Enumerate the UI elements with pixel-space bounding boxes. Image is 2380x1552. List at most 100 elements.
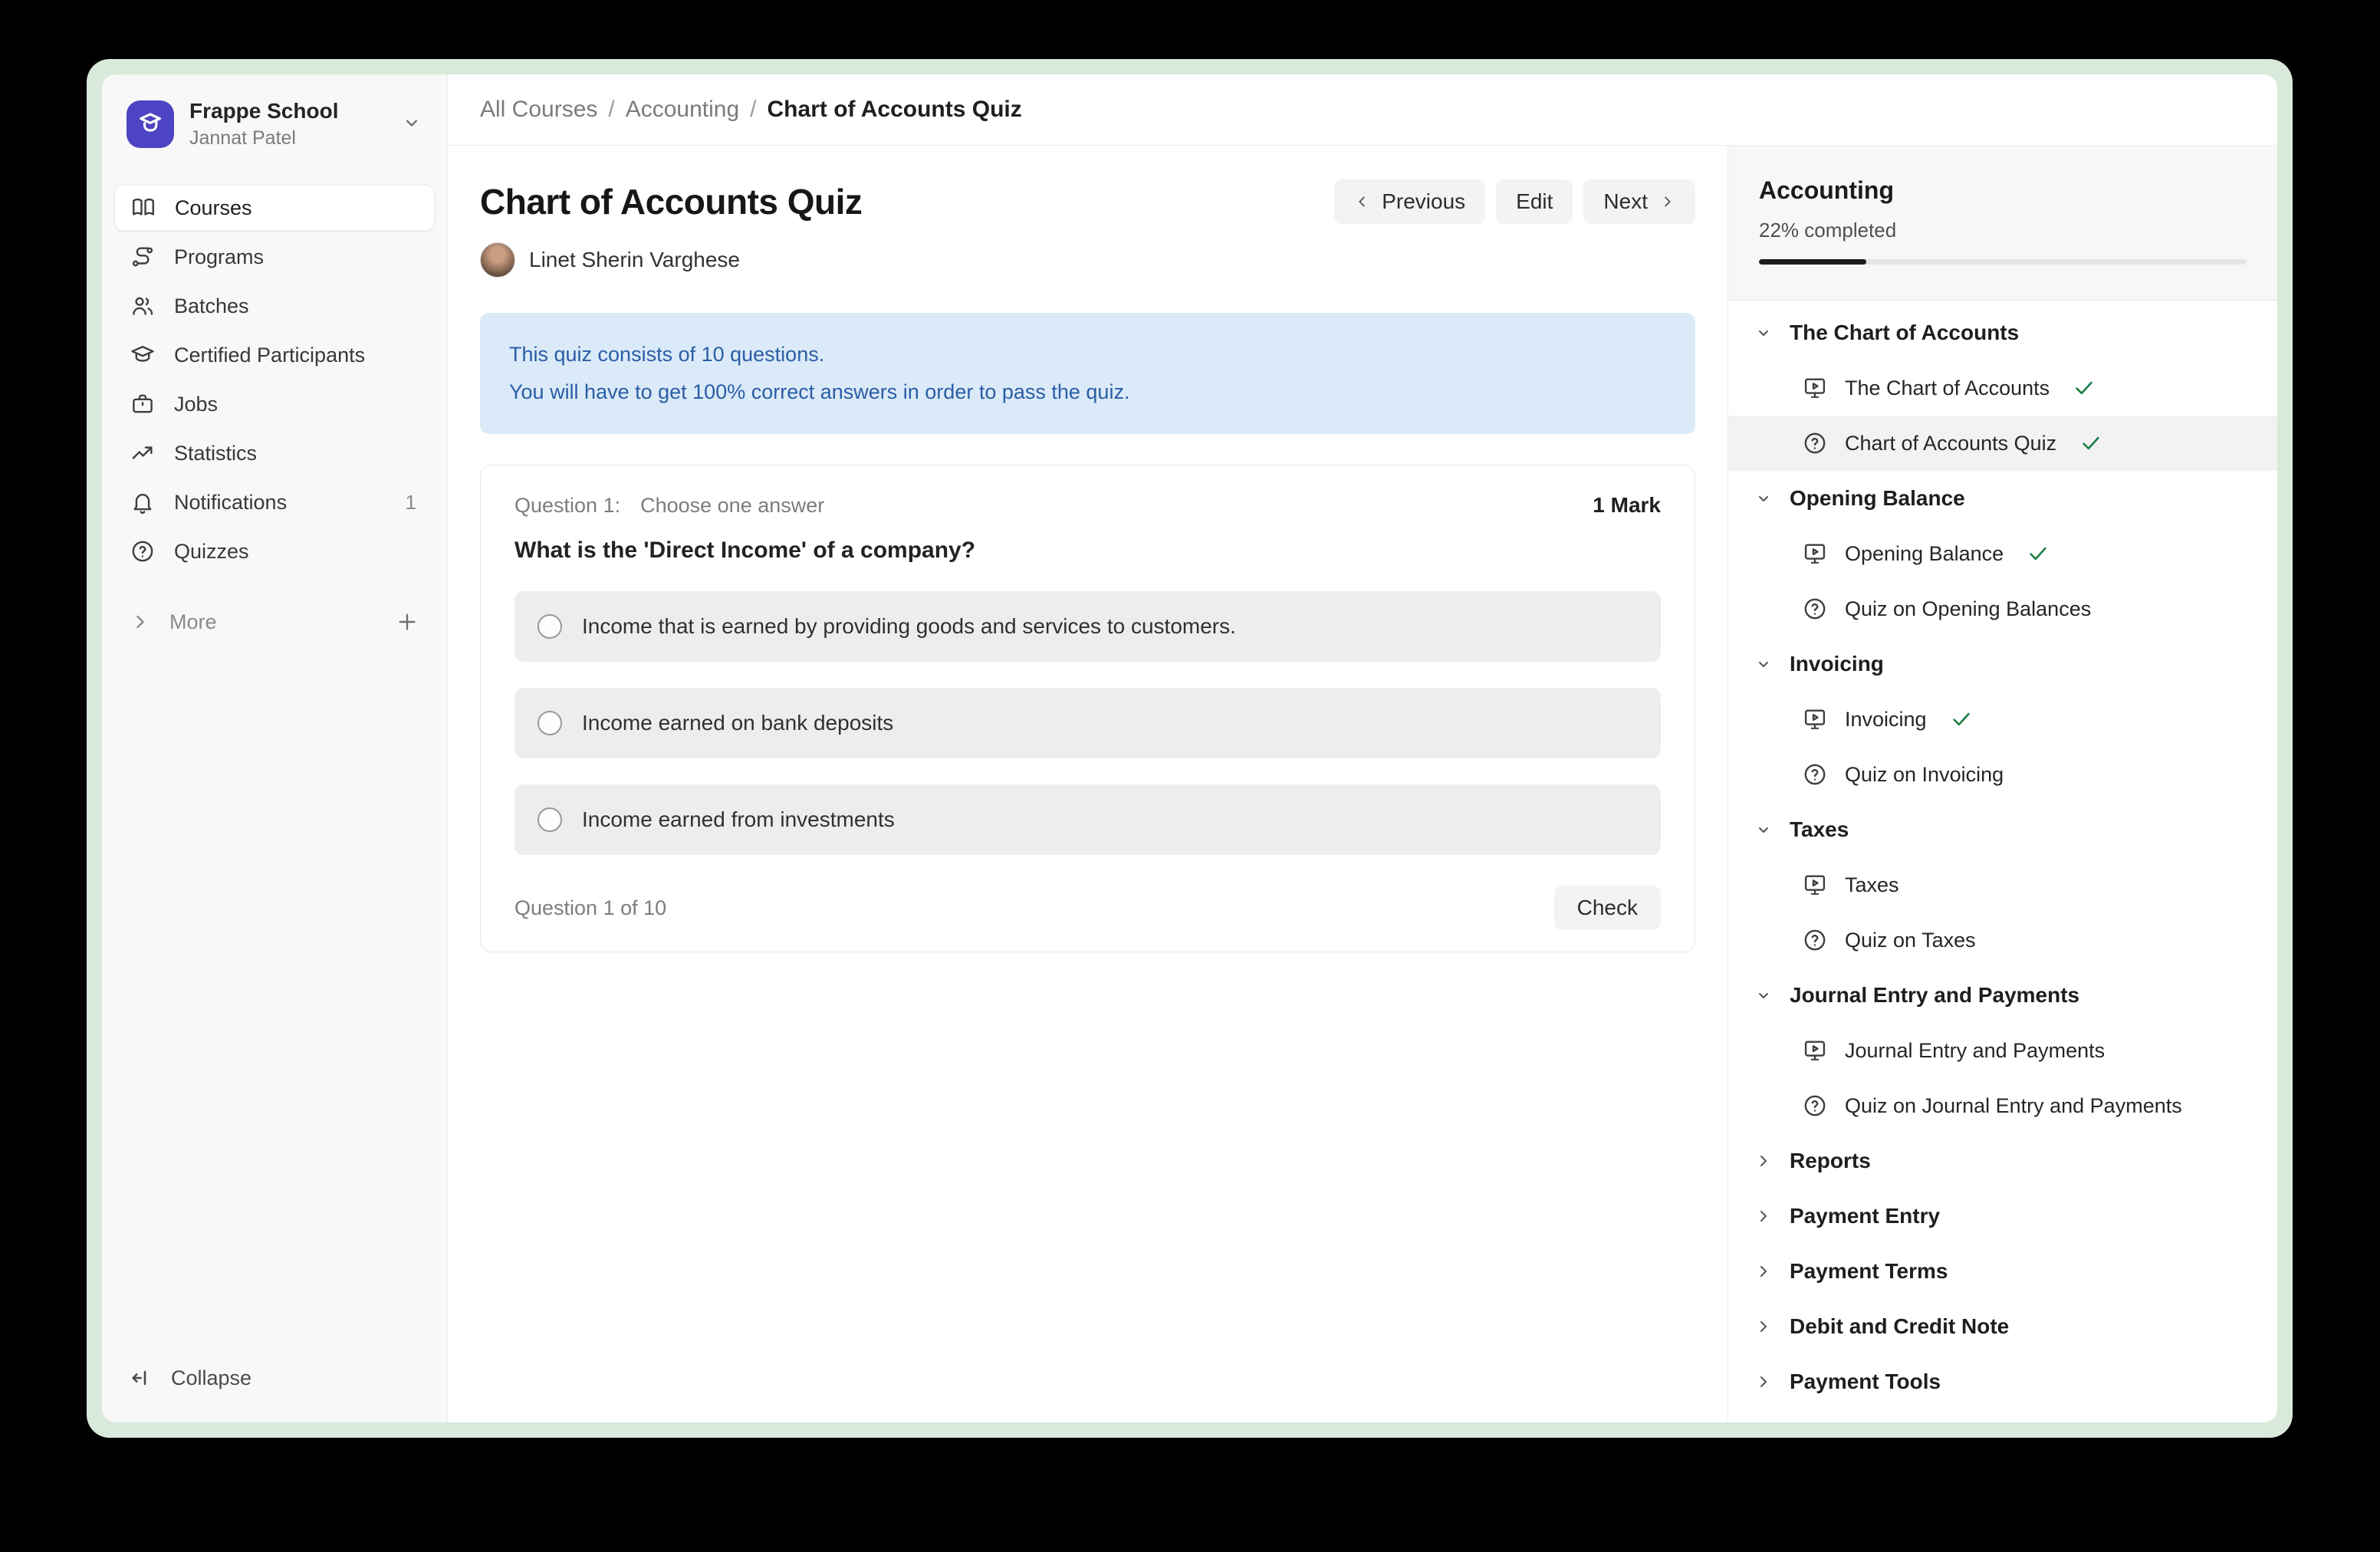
breadcrumb-separator: /	[608, 97, 614, 122]
plus-icon[interactable]	[395, 610, 419, 634]
sidebar-item-batches[interactable]: Batches	[114, 283, 435, 329]
outline-section-label: Payment Terms	[1790, 1259, 1948, 1284]
answer-option[interactable]: Income earned from investments	[514, 784, 1661, 855]
more-label: More	[169, 610, 217, 634]
quiz-icon	[1802, 596, 1828, 622]
quiz-icon	[1802, 761, 1828, 788]
quiz-icon	[1802, 1093, 1828, 1119]
course-outline-panel: Accounting 22% completed The Chart of Ac…	[1727, 146, 2277, 1422]
quiz-nav-buttons: Previous Edit Next	[1334, 179, 1695, 224]
sidebar-item-courses[interactable]: Courses	[114, 185, 435, 231]
outline-section-label: Debit and Credit Note	[1790, 1314, 2009, 1339]
outline-item-quiz-on-journal-entry-and-payments[interactable]: Quiz on Journal Entry and Payments	[1728, 1078, 2277, 1133]
breadcrumb-bar: All Courses/Accounting/Chart of Accounts…	[448, 74, 2277, 146]
outline-section-reports[interactable]: Reports	[1728, 1133, 2277, 1189]
chevron-down-icon	[1754, 820, 1773, 839]
breadcrumb: All Courses/Accounting/Chart of Accounts…	[480, 97, 1022, 123]
next-button[interactable]: Next	[1583, 179, 1695, 224]
outline-section-label: Opening Balance	[1790, 486, 1965, 511]
course-progress-bar	[1759, 259, 2247, 265]
outline-section-label: Payment Tools	[1790, 1370, 1941, 1394]
lesson-video-icon	[1802, 1037, 1828, 1064]
sidebar-item-certified-participants[interactable]: Certified Participants	[114, 332, 435, 378]
outline-item-label: Taxes	[1845, 873, 1899, 897]
sidebar-item-label: Programs	[174, 245, 264, 269]
notification-count-badge: 1	[406, 491, 419, 515]
sidebar-spacer	[114, 643, 435, 1356]
answer-option-label: Income that is earned by providing goods…	[582, 614, 1236, 639]
author-row: Linet Sherin Varghese	[480, 242, 1695, 278]
outline-item-quiz-on-opening-balances[interactable]: Quiz on Opening Balances	[1728, 581, 2277, 636]
chevron-down-icon	[1754, 655, 1773, 673]
quiz-info-banner: This quiz consists of 10 questions. You …	[480, 313, 1695, 434]
radio-button-icon[interactable]	[537, 711, 562, 735]
outline-section-the-chart-of-accounts[interactable]: The Chart of Accounts	[1728, 305, 2277, 360]
outline-item-journal-entry-and-payments[interactable]: Journal Entry and Payments	[1728, 1023, 2277, 1078]
breadcrumb-item[interactable]: All Courses	[480, 97, 597, 122]
radio-button-icon[interactable]	[537, 807, 562, 832]
outline-item-invoicing[interactable]: Invoicing	[1728, 692, 2277, 747]
sidebar-menu: Courses Programs Batches Certified Particip…	[114, 185, 435, 574]
outline-section-payment-entry[interactable]: Payment Entry	[1728, 1189, 2277, 1244]
question-marks: 1 Mark	[1593, 493, 1661, 518]
outline-section-opening-balance[interactable]: Opening Balance	[1728, 471, 2277, 526]
help-circle-icon	[130, 538, 156, 564]
outline-item-opening-balance[interactable]: Opening Balance	[1728, 526, 2277, 581]
question-text: What is the 'Direct Income' of a company…	[514, 538, 1661, 564]
question-meta: Question 1: Choose one answer 1 Mark	[514, 493, 1661, 518]
outline-section-invoicing[interactable]: Invoicing	[1728, 636, 2277, 692]
content-area: All Courses/Accounting/Chart of Accounts…	[448, 74, 2277, 1422]
outline-item-label: Quiz on Taxes	[1845, 929, 1976, 952]
sidebar-item-jobs[interactable]: Jobs	[114, 381, 435, 427]
answer-option-label: Income earned from investments	[582, 807, 895, 832]
completed-check-icon	[2027, 542, 2050, 565]
outline-item-the-chart-of-accounts[interactable]: The Chart of Accounts	[1728, 360, 2277, 416]
sidebar-item-label: Batches	[174, 294, 249, 318]
collapse-sidebar-button[interactable]: Collapse	[114, 1356, 435, 1399]
sidebar-item-statistics[interactable]: Statistics	[114, 430, 435, 476]
breadcrumb-item[interactable]: Accounting	[626, 97, 739, 122]
outline-item-chart-of-accounts-quiz[interactable]: Chart of Accounts Quiz	[1728, 416, 2277, 471]
chevron-right-icon	[1754, 1152, 1773, 1170]
answer-option[interactable]: Income that is earned by providing goods…	[514, 591, 1661, 662]
sidebar-item-notifications[interactable]: Notifications1	[114, 479, 435, 525]
check-button[interactable]: Check	[1554, 886, 1661, 930]
outline-item-quiz-on-invoicing[interactable]: Quiz on Invoicing	[1728, 747, 2277, 802]
sidebar-item-more[interactable]: More	[114, 600, 435, 643]
course-title: Accounting	[1759, 176, 2247, 205]
outline-section-payment-tools[interactable]: Payment Tools	[1728, 1354, 2277, 1409]
frappe-school-app: Frappe School Jannat Patel Courses Progra…	[102, 74, 2277, 1422]
outline-section-taxes[interactable]: Taxes	[1728, 802, 2277, 857]
quiz-icon	[1802, 430, 1828, 456]
sidebar-item-programs[interactable]: Programs	[114, 234, 435, 280]
collapse-icon	[130, 1366, 154, 1390]
outline-section-journal-entry-and-payments[interactable]: Journal Entry and Payments	[1728, 968, 2277, 1023]
outline-section-label: Payment Entry	[1790, 1204, 1940, 1228]
lesson-video-icon	[1802, 706, 1828, 732]
route-icon	[130, 244, 156, 270]
outline-section-payment-terms[interactable]: Payment Terms	[1728, 1244, 2277, 1299]
completed-check-icon	[2079, 432, 2102, 455]
outline-item-label: Opening Balance	[1845, 542, 2004, 566]
completed-check-icon	[1950, 708, 1973, 731]
outline-item-label: Invoicing	[1845, 708, 1927, 732]
workspace-switcher[interactable]: Frappe School Jannat Patel	[114, 94, 435, 154]
workspace-text: Frappe School Jannat Patel	[189, 99, 386, 150]
sidebar-item-quizzes[interactable]: Quizzes	[114, 528, 435, 574]
answer-option[interactable]: Income earned on bank deposits	[514, 688, 1661, 758]
course-progress-fill	[1759, 259, 1866, 265]
outline-section-debit-and-credit-note[interactable]: Debit and Credit Note	[1728, 1299, 2277, 1354]
outline-section-label: Invoicing	[1790, 652, 1884, 676]
trending-up-icon	[130, 440, 156, 466]
outline-section-label: Taxes	[1790, 817, 1849, 842]
chevron-down-icon	[1754, 986, 1773, 1005]
workspace-user: Jannat Patel	[189, 127, 386, 150]
chevron-down-icon[interactable]	[401, 112, 422, 137]
outline-item-taxes[interactable]: Taxes	[1728, 857, 2277, 912]
previous-button[interactable]: Previous	[1334, 179, 1485, 224]
chevron-right-icon	[1754, 1317, 1773, 1336]
radio-button-icon[interactable]	[537, 614, 562, 639]
outline-item-quiz-on-taxes[interactable]: Quiz on Taxes	[1728, 912, 2277, 968]
edit-button[interactable]: Edit	[1496, 179, 1573, 224]
quiz-main: Chart of Accounts Quiz Previous Edit	[448, 146, 1727, 1422]
